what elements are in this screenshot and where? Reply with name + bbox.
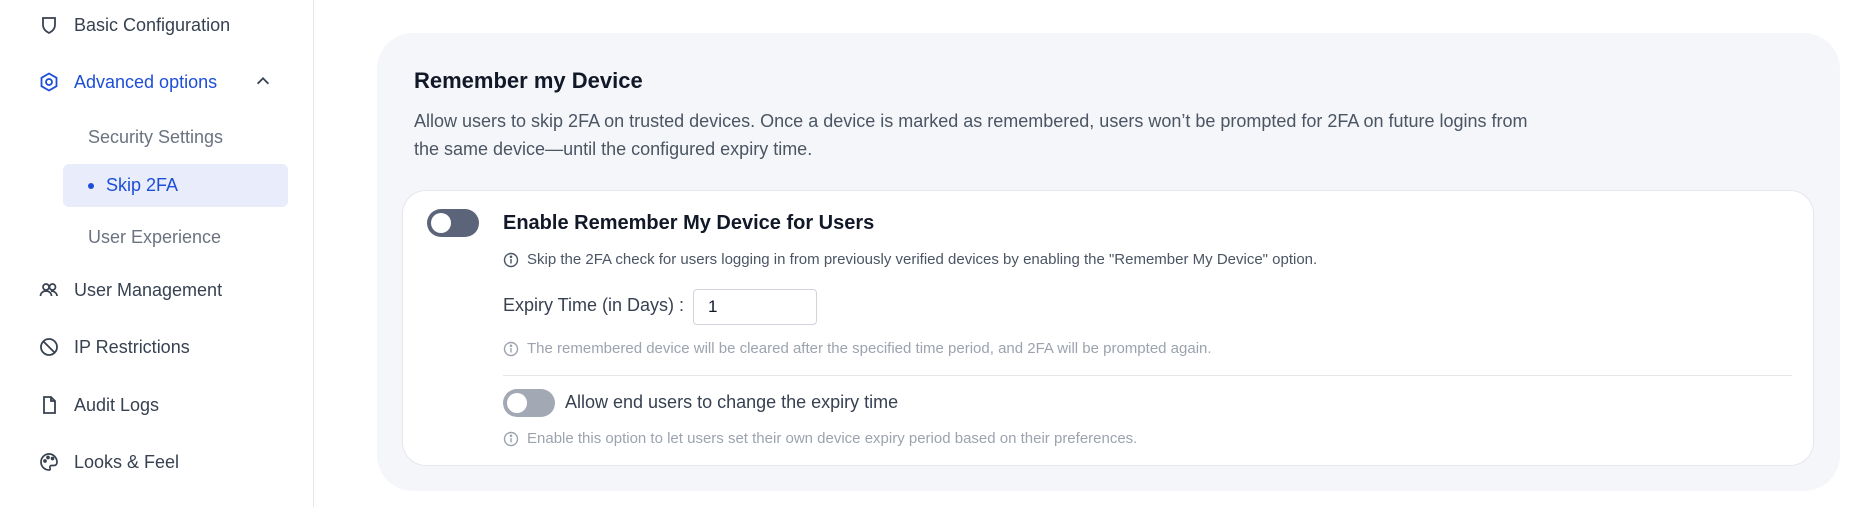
option-hint-text: Skip the 2FA check for users logging in … <box>527 251 1318 268</box>
expiry-time-input[interactable] <box>693 289 817 325</box>
file-icon <box>38 394 60 416</box>
sidebar-item-label: Basic Configuration <box>74 14 231 35</box>
toggle-knob <box>507 393 527 413</box>
sidebar-item-advanced-options[interactable]: Advanced options <box>38 66 217 98</box>
active-dot <box>88 182 94 189</box>
palette-icon <box>38 451 60 473</box>
submenu-item-user-experience[interactable]: User Experience <box>88 223 221 251</box>
sidebar-item-label: Looks & Feel <box>74 451 180 472</box>
submenu-item-label: Skip 2FA <box>106 175 179 195</box>
allow-hint: Enable this option to let users set thei… <box>503 430 1137 447</box>
expiry-hint-text: The remembered device will be cleared af… <box>527 340 1212 357</box>
submenu-item-label: Security Settings <box>88 126 224 147</box>
sidebar-item-label: Audit Logs <box>74 394 160 415</box>
settings-hex-icon <box>38 71 60 93</box>
sidebar-item-label: Advanced options <box>74 71 218 92</box>
submenu-item-security-settings[interactable]: Security Settings <box>88 123 223 151</box>
submenu-item-label: User Experience <box>88 226 222 247</box>
info-icon <box>503 431 519 447</box>
section-description: Allow users to skip 2FA on trusted devic… <box>414 111 1528 159</box>
sidebar-item-audit-logs[interactable]: Audit Logs <box>38 389 159 421</box>
sidebar-item-basic-configuration[interactable]: Basic Configuration <box>38 9 230 41</box>
option-title: Enable Remember My Device for Users <box>503 212 875 234</box>
allow-change-expiry-label: Allow end users to change the expiry tim… <box>565 392 899 412</box>
sidebar: Basic Configuration Advanced options Sec… <box>0 0 314 507</box>
sidebar-item-ip-restrictions[interactable]: IP Restrictions <box>38 331 190 363</box>
shield-icon <box>38 14 60 36</box>
sidebar-item-looks-feel[interactable]: Looks & Feel <box>38 446 179 478</box>
expiry-hint: The remembered device will be cleared af… <box>503 340 1212 357</box>
toggle-knob <box>431 213 451 233</box>
option-hint: Skip the 2FA check for users logging in … <box>503 251 1317 268</box>
info-icon <box>503 341 519 357</box>
divider <box>503 375 1792 376</box>
info-icon <box>503 252 519 268</box>
enable-remember-device-toggle[interactable] <box>427 209 479 237</box>
chevron-up-icon[interactable] <box>252 70 274 92</box>
users-icon <box>38 279 60 301</box>
allow-change-expiry-toggle[interactable] <box>503 389 555 417</box>
section-title: Remember my Device <box>414 68 643 93</box>
ban-icon <box>38 336 60 358</box>
expiry-time-label: Expiry Time (in Days) : <box>503 295 685 315</box>
sidebar-item-label: User Management <box>74 279 223 300</box>
sidebar-item-user-management[interactable]: User Management <box>38 274 222 306</box>
allow-hint-text: Enable this option to let users set thei… <box>527 430 1138 447</box>
sidebar-item-label: IP Restrictions <box>74 336 190 357</box>
submenu-item-skip-2fa[interactable]: Skip 2FA <box>63 164 288 207</box>
